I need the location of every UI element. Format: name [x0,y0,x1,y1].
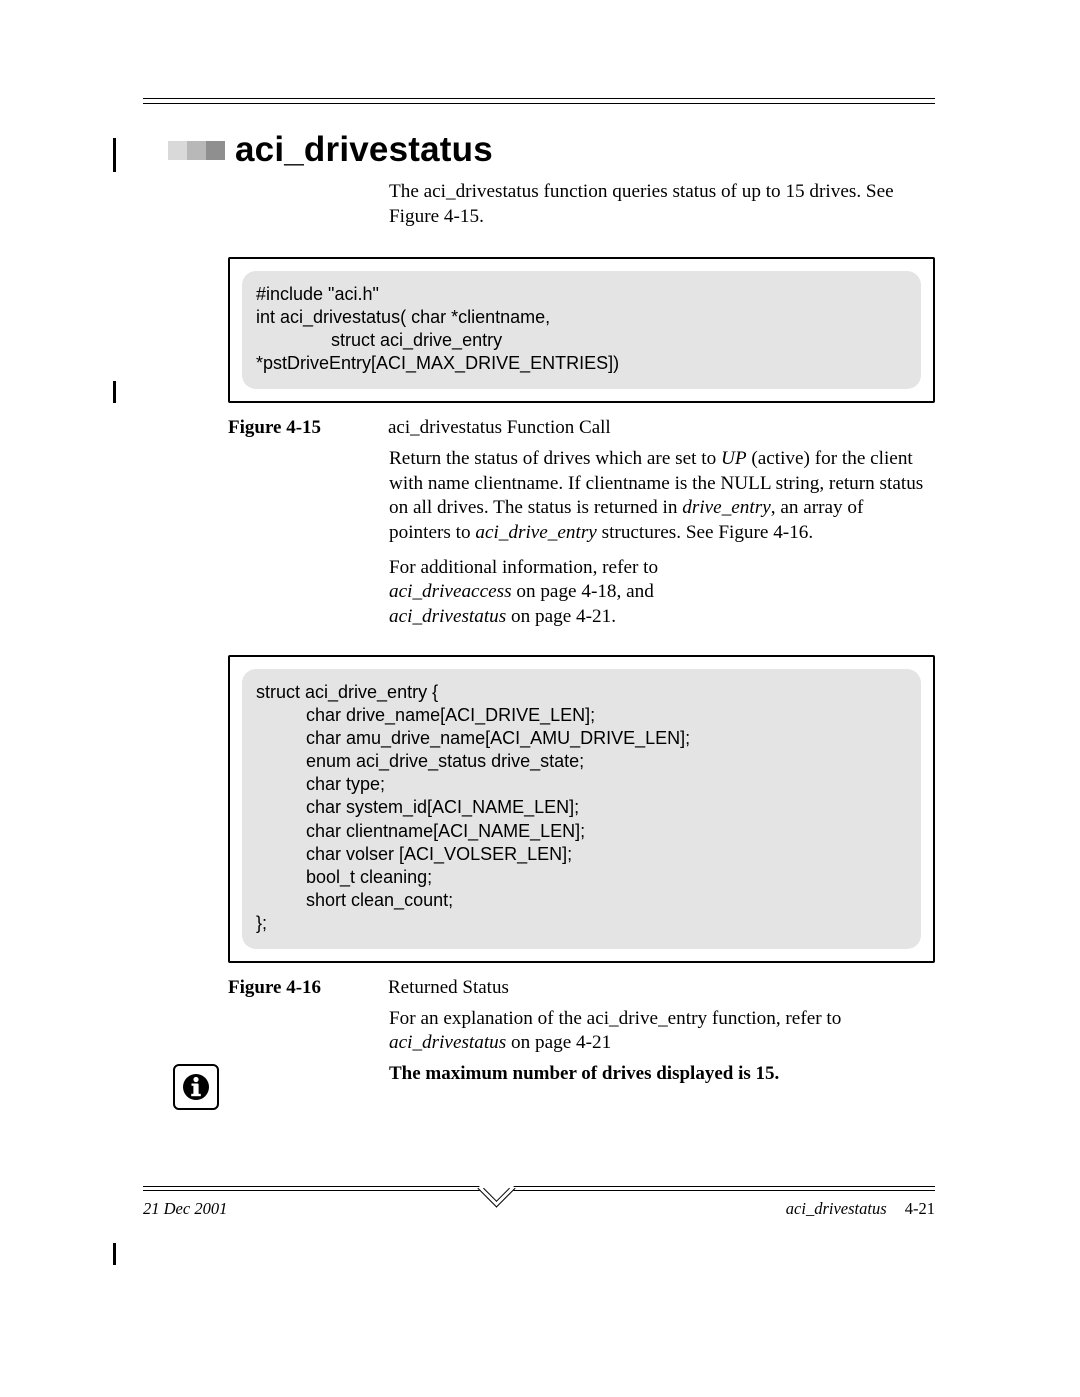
code-listing: struct aci_drive_entry { char drive_name… [242,669,921,948]
revision-bar [113,381,116,403]
figure-label: Figure 4-15 [228,417,388,439]
footer-section: aci_drivestatus [786,1199,887,1218]
figure-caption-row: Figure 4-16 Returned Status [228,977,935,999]
page: aci_drivestatus The aci_drivestatus func… [0,0,1080,1397]
footer-page-number: 4-21 [905,1199,935,1218]
figure-caption: Returned Status [388,977,935,999]
section-heading-row: aci_drivestatus [168,130,935,170]
revision-bar [113,1243,116,1265]
revision-bar [113,138,116,172]
code-figure-2: struct aci_drive_entry { char drive_name… [228,655,935,962]
info-note-text: The maximum number of drives displayed i… [389,1062,935,1087]
code-figure-1: #include "aci.h" int aci_drivestatus( ch… [228,257,935,403]
page-footer: 21 Dec 2001 aci_drivestatus 4-21 [143,1183,935,1219]
footer-rule [143,1183,935,1197]
footer-right: aci_drivestatus 4-21 [786,1199,935,1219]
figure-caption-row: Figure 4-15 aci_drivestatus Function Cal… [228,417,935,439]
section-heading: aci_drivestatus [235,130,493,170]
info-icon [173,1064,219,1110]
footer-date: 21 Dec 2001 [143,1199,227,1219]
explanation-paragraph: For an explanation of the aci_drive_entr… [389,1007,925,1056]
figure-caption: aci_drivestatus Function Call [388,417,935,439]
content-area: aci_drivestatus The aci_drivestatus func… [143,130,935,1087]
top-double-rule [143,98,935,104]
intro-paragraph: The aci_drivestatus function queries sta… [389,180,925,229]
info-note-row: The maximum number of drives displayed i… [143,1062,935,1087]
heading-ornament-icon [168,141,225,160]
code-listing: #include "aci.h" int aci_drivestatus( ch… [242,271,921,389]
description-paragraph: Return the status of drives which are se… [389,447,925,629]
figure-label: Figure 4-16 [228,977,388,999]
